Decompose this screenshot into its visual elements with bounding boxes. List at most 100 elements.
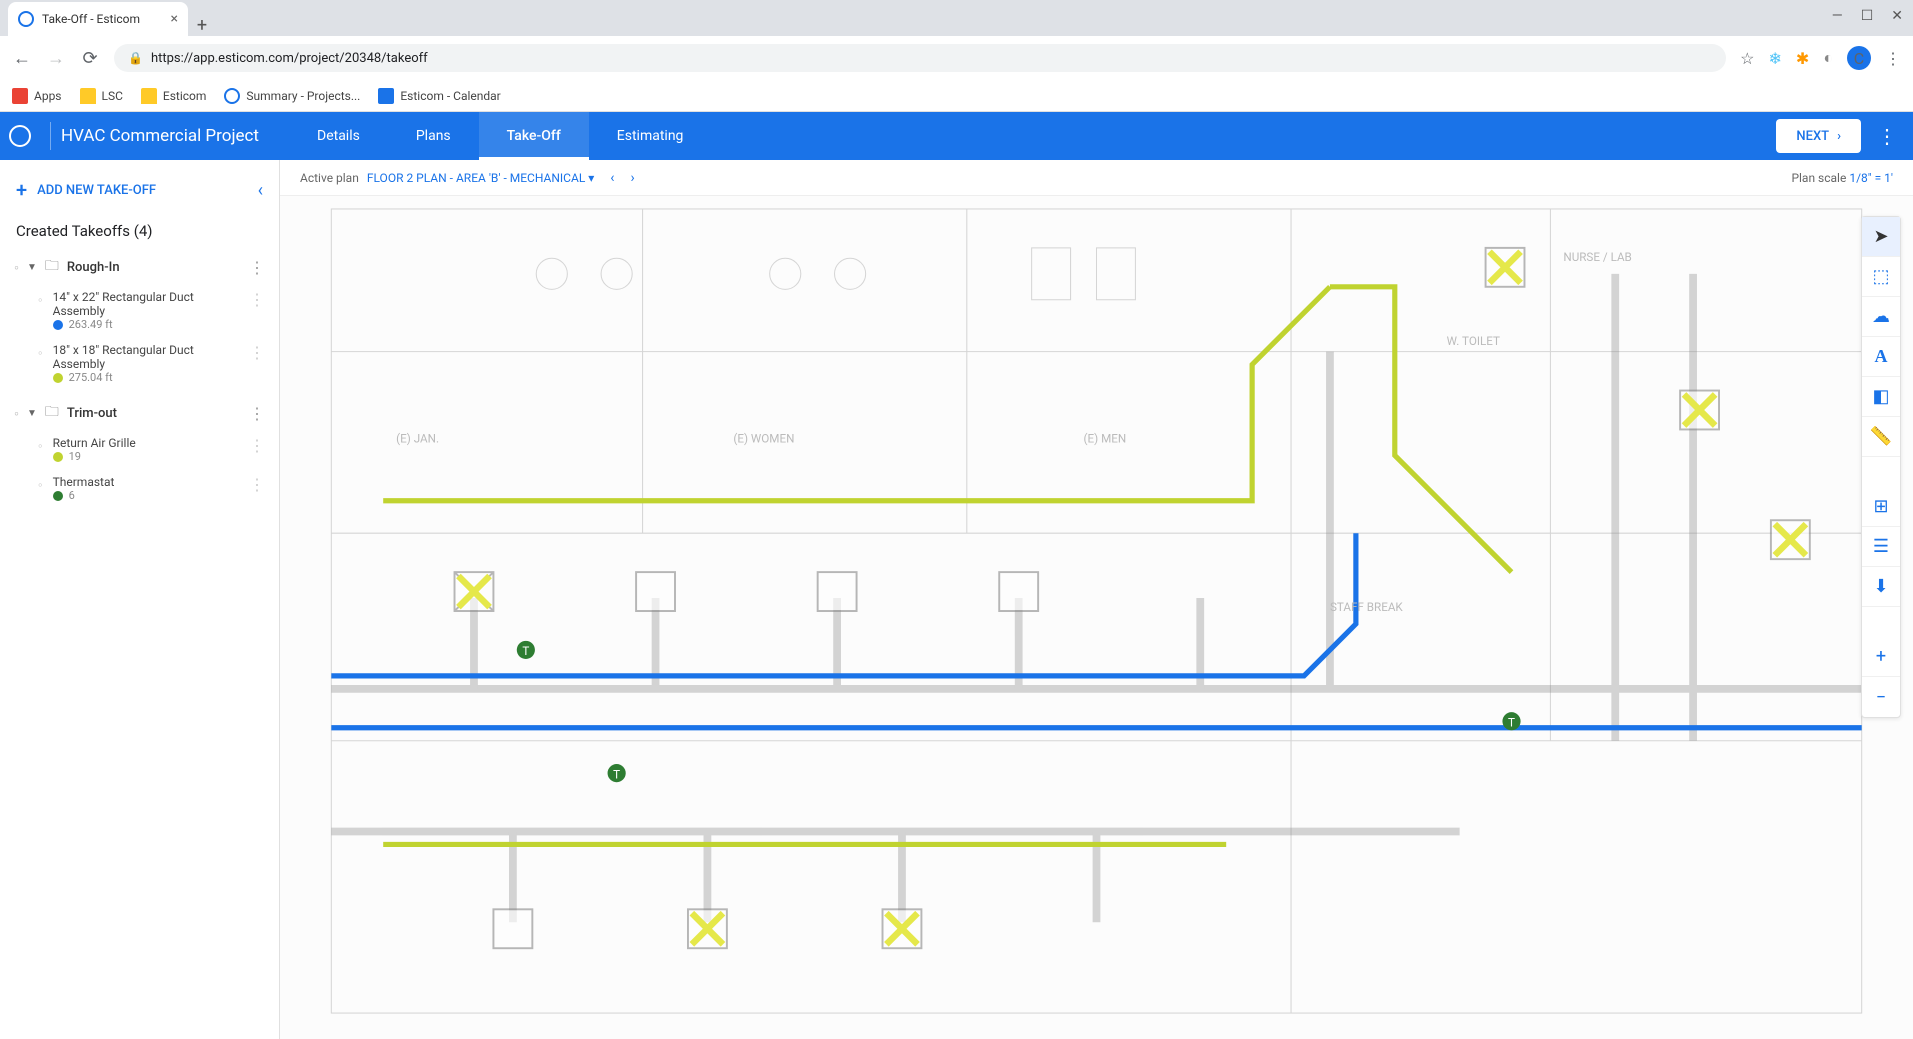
profile-avatar[interactable]: C [1847, 46, 1871, 70]
tab-takeoff[interactable]: Take-Off [479, 112, 589, 160]
forward-icon[interactable]: → [46, 48, 66, 69]
visibility-icon[interactable]: ◦ [14, 405, 19, 422]
cursor-tool[interactable]: ➤ [1862, 217, 1900, 257]
sidebar: +ADD NEW TAKE-OFF ‹ Created Takeoffs (4)… [0, 160, 280, 1039]
bookmark-calendar[interactable]: Esticom - Calendar [378, 88, 500, 104]
plan-selector[interactable]: FLOOR 2 PLAN - AREA 'B' - MECHANICAL ▾ [367, 171, 594, 185]
select-rect-tool[interactable]: ⬚ [1862, 257, 1900, 297]
tab-title: Take-Off - Esticom [42, 12, 140, 26]
svg-text:(E) WOMEN: (E) WOMEN [733, 431, 794, 445]
new-tab-button[interactable]: + [188, 15, 216, 36]
scale-label: Plan scale [1791, 171, 1846, 185]
takeoff-tree: ◦ ▼ 🗀 Rough-In ⋮ ◦ 14" x 22" Rectangular… [0, 250, 279, 508]
tab-details[interactable]: Details [289, 112, 388, 160]
bookmark-apps[interactable]: Apps [12, 88, 62, 104]
compare-tool[interactable]: ◧ [1862, 377, 1900, 417]
visibility-icon[interactable]: ◦ [38, 292, 43, 308]
more-icon[interactable]: ⋮ [1877, 124, 1897, 148]
favicon-icon [18, 11, 34, 27]
more-icon[interactable]: ⋮ [249, 475, 265, 494]
bookmark-esticom[interactable]: Esticom [141, 88, 207, 104]
canvas-toolbar: Active plan FLOOR 2 PLAN - AREA 'B' - ME… [280, 160, 1913, 196]
maximize-icon[interactable]: ☐ [1861, 8, 1874, 24]
next-plan-icon[interactable]: › [631, 170, 635, 186]
measure-tool[interactable]: 📏 [1862, 417, 1900, 457]
caret-down-icon[interactable]: ▼ [27, 408, 37, 419]
folder-icon [80, 88, 96, 104]
takeoff-item[interactable]: ◦ Thermastat 6 ⋮ [8, 469, 271, 508]
sidebar-heading: Created Takeoffs (4) [0, 208, 279, 250]
star-icon[interactable]: ☆ [1740, 49, 1754, 68]
next-button[interactable]: NEXT› [1776, 119, 1861, 153]
collapse-sidebar-icon[interactable]: ‹ [258, 180, 263, 201]
svg-text:T: T [1508, 715, 1515, 729]
visibility-icon[interactable]: ◦ [38, 477, 43, 493]
visibility-icon[interactable]: ◦ [14, 259, 19, 276]
minimize-icon[interactable]: — [1832, 8, 1843, 24]
reload-icon[interactable]: ⟳ [80, 48, 100, 69]
bookmark-summary[interactable]: Summary - Projects... [224, 88, 360, 104]
back-icon[interactable]: ← [12, 48, 32, 69]
close-icon[interactable]: × [171, 11, 178, 27]
folder-icon: 🗀 [45, 255, 59, 279]
bookmarks-bar: Apps LSC Esticom Summary - Projects... E… [0, 80, 1913, 112]
dropdown-icon: ▾ [588, 171, 594, 185]
layers-tool[interactable]: ☰ [1862, 527, 1900, 567]
calendar-icon [378, 88, 394, 104]
url-field[interactable]: 🔒 https://app.esticom.com/project/20348/… [114, 44, 1726, 72]
site-icon [224, 88, 240, 104]
folder-icon: 🗀 [45, 401, 59, 425]
caret-down-icon[interactable]: ▼ [27, 262, 37, 273]
svg-text:W. TOILET: W. TOILET [1447, 334, 1500, 348]
takeoff-item[interactable]: ◦ 14" x 22" Rectangular Duct Assembly 26… [8, 284, 271, 337]
group-row-roughin[interactable]: ◦ ▼ 🗀 Rough-In ⋮ [8, 250, 271, 284]
more-icon[interactable]: ⋮ [249, 436, 265, 455]
menu-icon[interactable]: ⋮ [1885, 49, 1901, 68]
more-icon[interactable]: ⋮ [249, 343, 265, 362]
svg-text:NURSE / LAB: NURSE / LAB [1563, 250, 1631, 264]
visibility-icon[interactable]: ◦ [38, 345, 43, 361]
svg-text:(E) JAN.: (E) JAN. [396, 431, 439, 445]
grid-tool[interactable]: ⊞ [1862, 487, 1900, 527]
text-tool[interactable]: A [1862, 337, 1900, 377]
zoom-out-button[interactable]: − [1862, 677, 1900, 717]
main: +ADD NEW TAKE-OFF ‹ Created Takeoffs (4)… [0, 160, 1913, 1039]
blueprint-svg: T T T (E) JAN. (E) WOMEN (E) MEN W. TOIL… [280, 196, 1913, 1039]
close-window-icon[interactable]: ✕ [1891, 8, 1903, 24]
group-row-trimout[interactable]: ◦ ▼ 🗀 Trim-out ⋮ [8, 396, 271, 430]
tree-group: ◦ ▼ 🗀 Rough-In ⋮ ◦ 14" x 22" Rectangular… [8, 250, 271, 390]
drawing-viewport[interactable]: T T T (E) JAN. (E) WOMEN (E) MEN W. TOIL… [280, 196, 1913, 1039]
svg-text:T: T [522, 644, 529, 658]
browser-tab[interactable]: Take-Off - Esticom × [8, 2, 188, 36]
apps-icon [12, 88, 28, 104]
visibility-icon[interactable]: ◦ [38, 438, 43, 454]
extension-icon-2[interactable]: ✱ [1796, 49, 1809, 68]
color-dot [53, 373, 63, 383]
folder-icon [141, 88, 157, 104]
canvas-area: Active plan FLOOR 2 PLAN - AREA 'B' - ME… [280, 160, 1913, 1039]
prev-plan-icon[interactable]: ‹ [610, 170, 614, 186]
bookmark-lsc[interactable]: LSC [80, 88, 123, 104]
project-title: HVAC Commercial Project [61, 126, 289, 146]
color-dot [53, 491, 63, 501]
takeoff-item[interactable]: ◦ 18" x 18" Rectangular Duct Assembly 27… [8, 337, 271, 390]
logo-icon [9, 125, 31, 147]
cloud-tool[interactable]: ☁ [1862, 297, 1900, 337]
download-tool[interactable]: ⬇ [1862, 567, 1900, 607]
tab-plans[interactable]: Plans [388, 112, 479, 160]
zoom-in-button[interactable]: + [1862, 637, 1900, 677]
header-tabs: Details Plans Take-Off Estimating [289, 112, 711, 160]
more-icon[interactable]: ⋮ [249, 258, 265, 277]
more-icon[interactable]: ⋮ [249, 404, 265, 423]
tab-estimating[interactable]: Estimating [589, 112, 712, 160]
takeoff-item[interactable]: ◦ Return Air Grille 19 ⋮ [8, 430, 271, 469]
extension-icon-3[interactable]: ◐ [1823, 48, 1833, 68]
add-takeoff-button[interactable]: +ADD NEW TAKE-OFF [16, 178, 156, 202]
chevron-right-icon: › [1837, 129, 1841, 144]
window-controls: — ☐ ✕ [1832, 8, 1903, 24]
app-logo[interactable] [0, 125, 40, 147]
right-toolbar: ➤ ⬚ ☁ A ◧ 📏 ⊞ ☰ ⬇ + − [1861, 216, 1901, 718]
more-icon[interactable]: ⋮ [249, 290, 265, 309]
scale-value[interactable]: 1/8" = 1' [1849, 171, 1893, 185]
extension-icon[interactable]: ❄ [1769, 49, 1782, 68]
